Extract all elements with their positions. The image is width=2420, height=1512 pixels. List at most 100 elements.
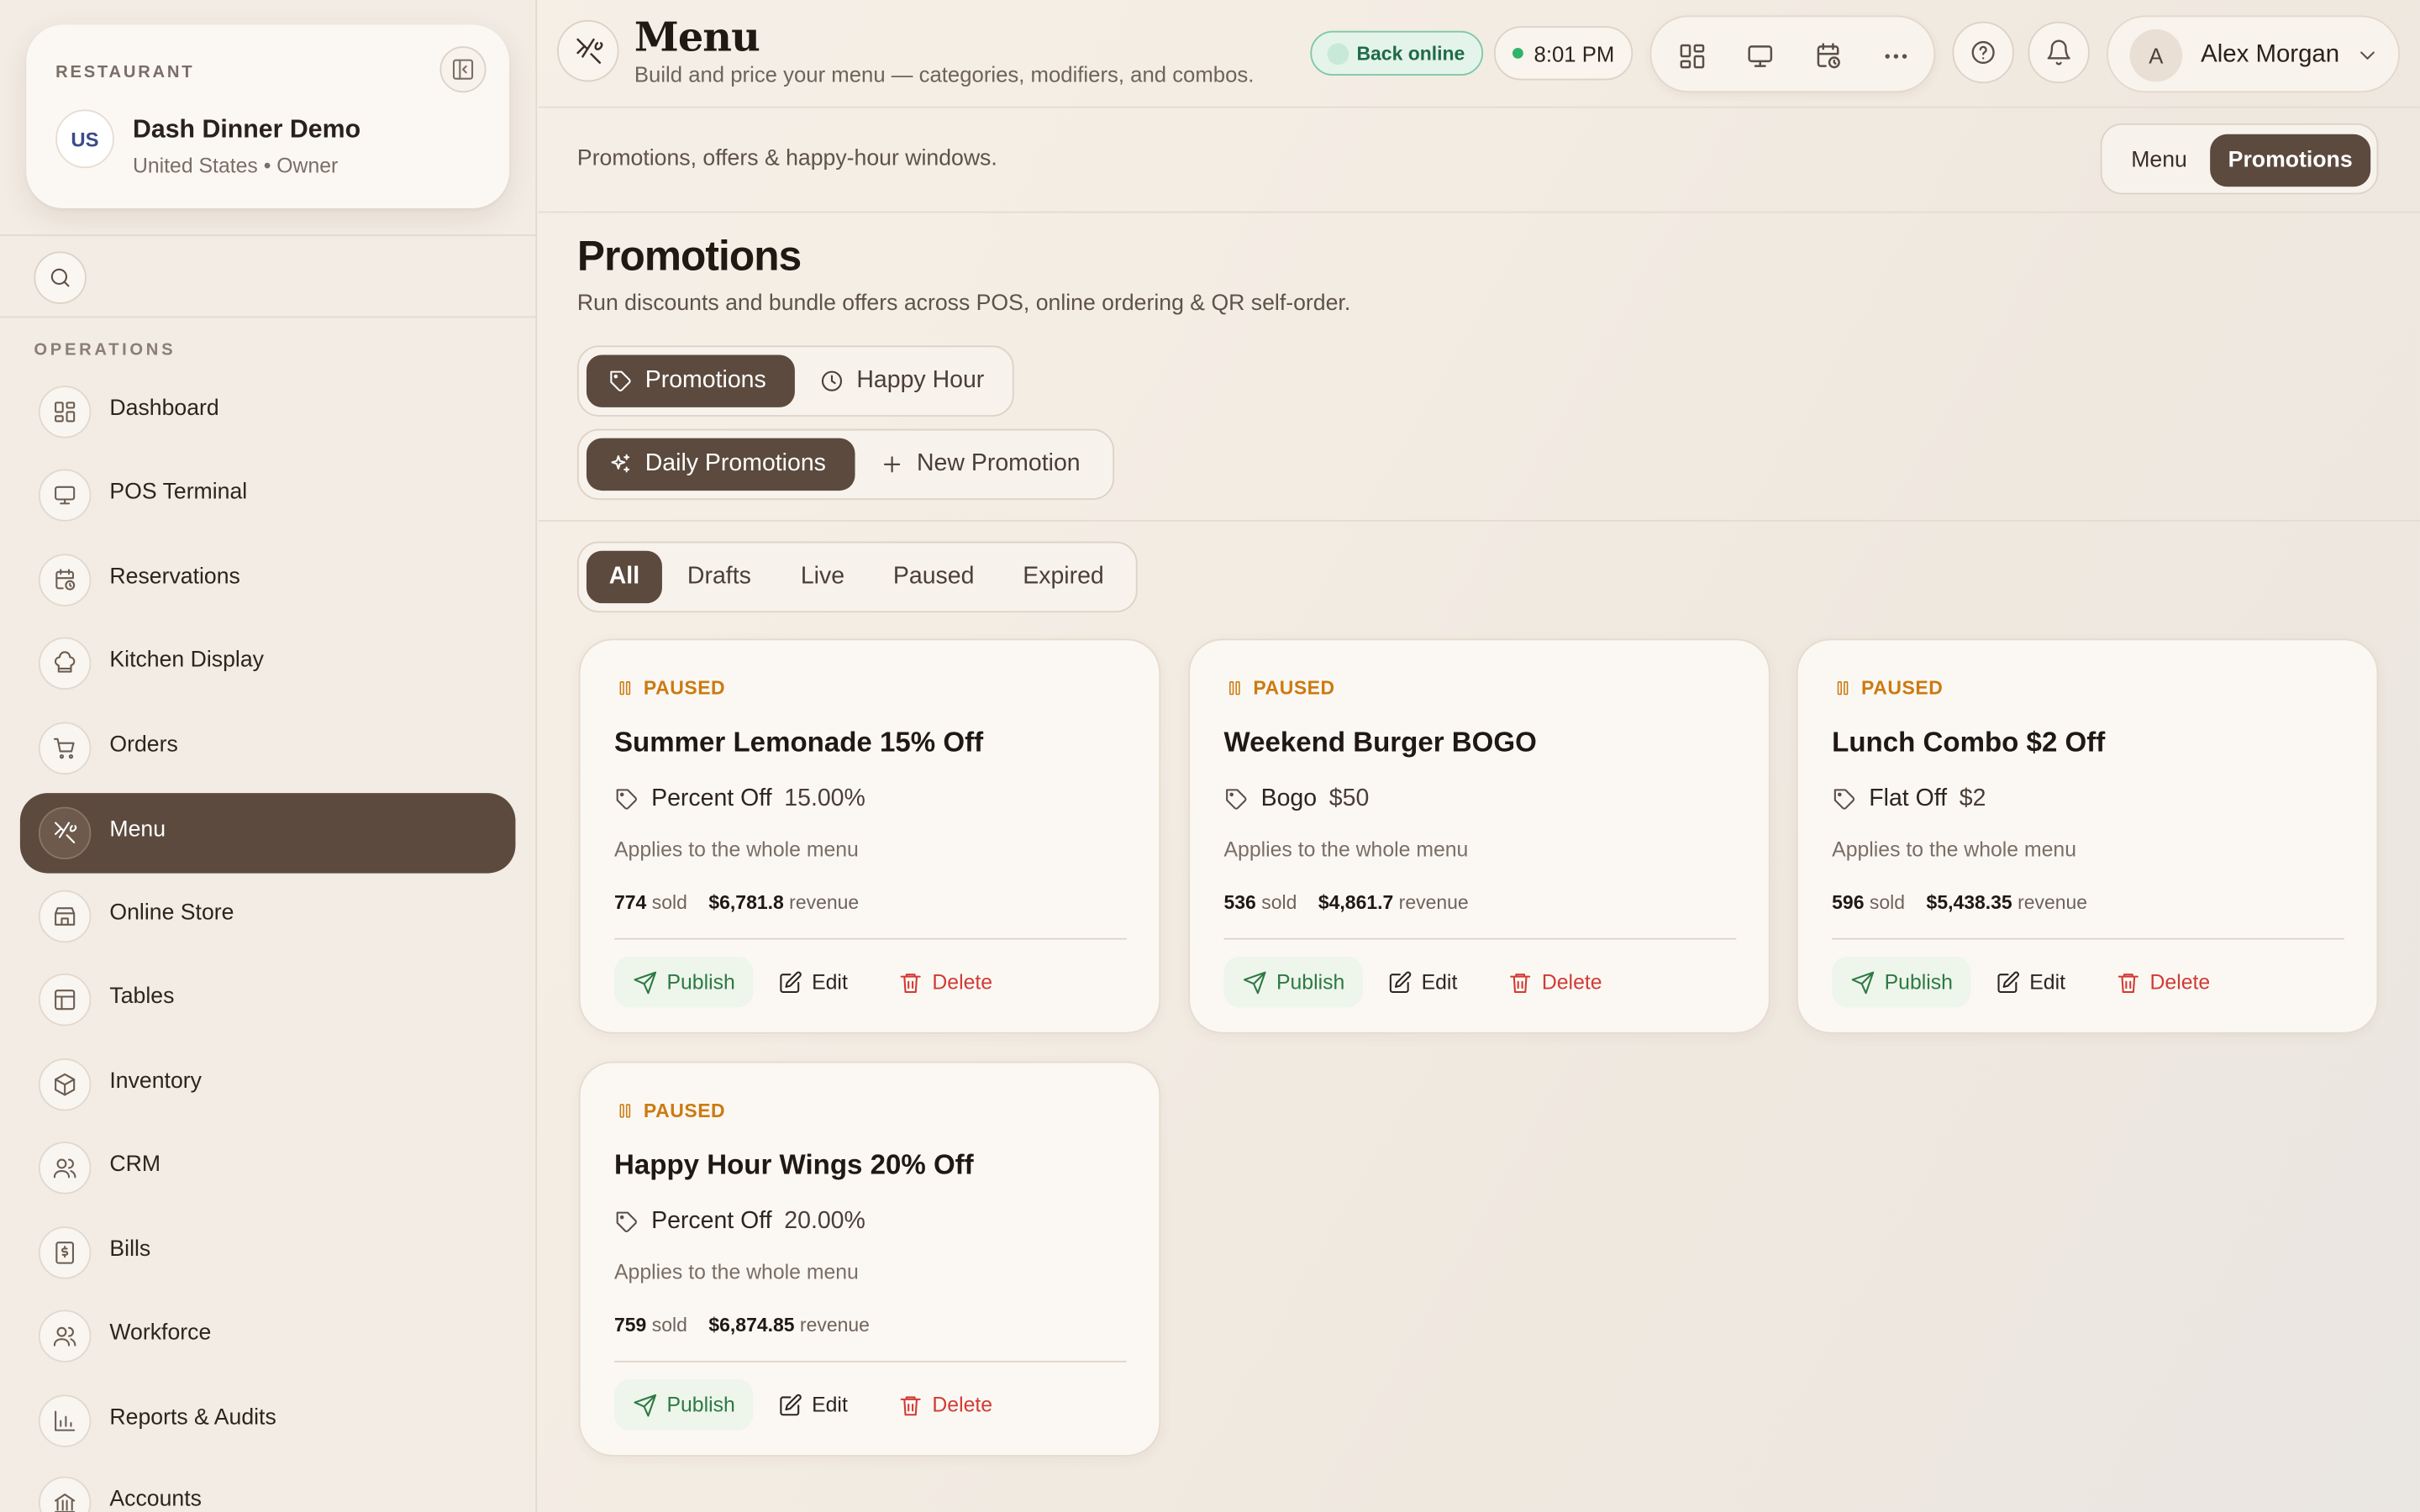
publish-button[interactable]: Publish	[1832, 956, 1971, 1008]
user-menu[interactable]: A Alex Morgan	[2107, 15, 2401, 93]
edit-label: Edit	[2029, 970, 2065, 994]
delete-button[interactable]: Delete	[898, 1379, 992, 1431]
sidebar-item-label: Dashboard	[109, 396, 219, 422]
trash-icon	[2118, 973, 2139, 993]
send-icon	[634, 1394, 657, 1416]
type-label: Percent Off	[651, 1208, 772, 1235]
filter-drafts[interactable]: Drafts	[668, 551, 770, 603]
subbar-description: Promotions, offers & happy-hour windows.	[576, 146, 997, 171]
delete-button[interactable]: Delete	[898, 957, 992, 1008]
notifications-button[interactable]	[2028, 21, 2090, 84]
revenue-value: $4,861.7	[1318, 891, 1394, 914]
filter-paused[interactable]: Paused	[875, 551, 992, 603]
sidebar-search-area	[0, 234, 538, 318]
tag-icon	[616, 789, 637, 810]
applies-text: Applies to the whole menu	[1832, 837, 2077, 861]
edit-label: Edit	[812, 1393, 848, 1417]
dashboard-shortcut-button[interactable]	[1673, 37, 1710, 74]
edit-icon	[780, 970, 802, 993]
card-divider	[614, 1360, 1127, 1362]
filter-expired[interactable]: Expired	[998, 551, 1128, 603]
edit-button[interactable]: Edit	[1996, 957, 2065, 1008]
bill-icon	[38, 1226, 92, 1279]
status-badge: PAUSED	[1225, 677, 1334, 699]
type-label: Percent Off	[651, 785, 772, 812]
publish-button[interactable]: Publish	[614, 956, 754, 1008]
more-button[interactable]	[1876, 37, 1913, 74]
new-promotion-button[interactable]: New Promotion	[858, 438, 1105, 491]
delete-button[interactable]: Delete	[2116, 957, 2210, 1008]
status-text: PAUSED	[1253, 677, 1335, 700]
sidebar-item-crm[interactable]: CRM	[20, 1128, 516, 1209]
tab-happy-hour[interactable]: Happy Hour	[798, 354, 1011, 407]
more-horizontal-icon	[1884, 53, 1907, 58]
sidebar-item-inventory[interactable]: Inventory	[20, 1044, 516, 1125]
filter-all[interactable]: All	[586, 550, 662, 604]
sidebar-item-label: Kitchen Display	[109, 648, 264, 673]
sidebar-item-orders[interactable]: Orders	[20, 708, 516, 789]
delete-label: Delete	[932, 970, 993, 994]
cart-icon	[38, 722, 92, 775]
seg-menu[interactable]: Menu	[2112, 134, 2207, 186]
edit-button[interactable]: Edit	[778, 1379, 848, 1431]
sidebar-item-bills[interactable]: Bills	[20, 1213, 516, 1294]
pos-shortcut-button[interactable]	[1741, 37, 1778, 74]
edit-button[interactable]: Edit	[1387, 957, 1457, 1008]
sidebar-item-accounts[interactable]: Accounts	[20, 1462, 516, 1512]
promotion-card: PAUSED Summer Lemonade 15% Off Percent O…	[578, 638, 1161, 1034]
delete-label: Delete	[2149, 970, 2211, 994]
reservations-shortcut-button[interactable]	[1809, 37, 1846, 74]
collapse-sidebar-button[interactable]	[439, 46, 487, 93]
sold-label: sold	[1261, 891, 1297, 914]
trash-icon	[900, 1395, 921, 1415]
panel-left-icon	[452, 59, 474, 80]
publish-label: Publish	[1884, 970, 1953, 994]
sidebar-item-tables[interactable]: Tables	[20, 959, 516, 1040]
type-value: $50	[1328, 785, 1370, 812]
sidebar-item-online-store[interactable]: Online Store	[20, 876, 516, 957]
edit-button[interactable]: Edit	[778, 957, 848, 1008]
clock-icon	[821, 370, 843, 391]
type-label: Flat Off	[1869, 785, 1948, 812]
card-divider	[1832, 937, 2344, 940]
dashboard-icon	[1679, 43, 1704, 68]
sidebar-item-reports[interactable]: Reports & Audits	[20, 1381, 516, 1462]
sidebar-item-menu[interactable]: Menu	[19, 793, 516, 874]
sidebar-item-kitchen-display[interactable]: Kitchen Display	[20, 623, 516, 704]
status-text: PAUSED	[643, 677, 726, 700]
publish-button[interactable]: Publish	[614, 1379, 754, 1431]
tag-icon	[616, 1211, 637, 1232]
promotions-header: Promotions Run discounts and bundle offe…	[539, 213, 2420, 522]
status-text: PAUSED	[643, 1100, 726, 1122]
sidebar-item-label: Online Store	[109, 900, 234, 927]
calendar-clock-icon	[1816, 42, 1839, 68]
promotion-title: Happy Hour Wings 20% Off	[614, 1149, 974, 1181]
publish-button[interactable]: Publish	[1223, 956, 1364, 1008]
filter-live[interactable]: Live	[776, 551, 869, 603]
restaurant-card[interactable]: RESTAURANT US Dash Dinner Demo United St…	[26, 24, 510, 208]
help-icon	[1971, 40, 1995, 65]
promotion-title: Summer Lemonade 15% Off	[614, 727, 984, 758]
store-icon	[38, 890, 92, 943]
sidebar-search-button[interactable]	[34, 251, 87, 304]
dashboard-icon	[38, 386, 92, 438]
tab-promotions[interactable]: Promotions	[586, 354, 795, 407]
pause-icon	[1837, 681, 1849, 696]
sidebar-item-dashboard[interactable]: Dashboard	[20, 372, 516, 453]
monitor-icon	[38, 469, 92, 522]
revenue-label: revenue	[2018, 891, 2088, 914]
box-icon	[38, 1058, 92, 1111]
tab-daily-promotions[interactable]: Daily Promotions	[586, 438, 855, 491]
delete-button[interactable]: Delete	[1507, 957, 1602, 1008]
revenue-value: $6,874.85	[708, 1314, 795, 1336]
help-button[interactable]	[1952, 21, 2014, 84]
sidebar-item-workforce[interactable]: Workforce	[20, 1296, 516, 1377]
edit-label: Edit	[1421, 970, 1458, 994]
sidebar-item-reservations[interactable]: Reservations	[20, 540, 516, 621]
sidebar-item-pos-terminal[interactable]: POS Terminal	[20, 455, 516, 536]
section-subtitle: Run discounts and bundle offers across P…	[576, 291, 1351, 317]
promotion-title: Lunch Combo $2 Off	[1832, 727, 2106, 758]
pause-icon	[619, 681, 631, 696]
seg-promotions[interactable]: Promotions	[2210, 134, 2371, 187]
applies-text: Applies to the whole menu	[1223, 837, 1469, 861]
